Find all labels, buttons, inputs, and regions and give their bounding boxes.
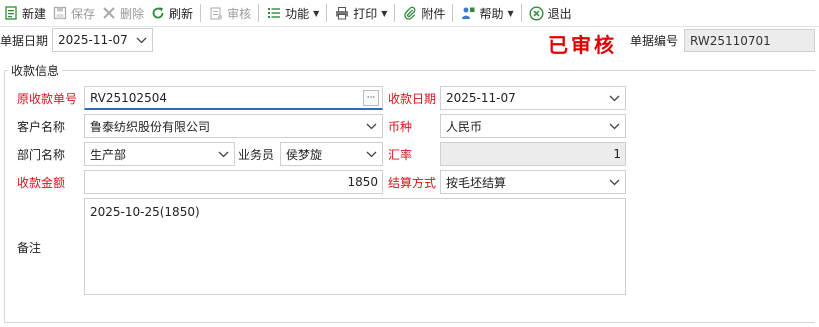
- currency-value: 人民币: [446, 119, 483, 134]
- toolbar-separator: [200, 4, 202, 22]
- exit-button-label: 退出: [547, 6, 572, 21]
- dept-label: 部门名称: [17, 148, 66, 162]
- remark-textarea[interactable]: 2025-10-25(1850): [84, 198, 626, 295]
- rate-value: 1: [613, 147, 621, 161]
- audit-button-label: 审核: [227, 6, 252, 21]
- currency-label: 币种: [388, 120, 413, 134]
- salesman-select[interactable]: 侯梦旋: [280, 142, 383, 166]
- amount-value: 1850: [347, 175, 378, 189]
- print-menu-label: 打印: [353, 6, 378, 21]
- chevron-down-icon: [606, 95, 622, 102]
- help-menu[interactable]: 帮助 ▼: [457, 2, 516, 24]
- functions-menu[interactable]: 功能 ▼: [263, 2, 322, 24]
- toolbar-separator: [326, 4, 328, 22]
- delete-button[interactable]: 删除: [98, 2, 147, 24]
- currency-select[interactable]: 人民币: [440, 114, 626, 138]
- functions-menu-label: 功能: [285, 6, 310, 21]
- doc-no-label: 单据编号: [630, 34, 679, 48]
- list-icon: [266, 5, 282, 21]
- audit-icon: [208, 5, 224, 21]
- customer-value: 鲁泰纺织股份有限公司: [90, 119, 211, 134]
- toolbar-separator: [258, 4, 260, 22]
- settle-select[interactable]: 按毛坯结算: [440, 170, 626, 194]
- receipt-date-picker[interactable]: 2025-11-07: [440, 86, 626, 110]
- attachment-button[interactable]: 附件: [399, 2, 448, 24]
- remark-value: 2025-10-25(1850): [90, 205, 200, 219]
- doc-no-field: RW25110701: [684, 29, 815, 52]
- audit-button[interactable]: 审核: [205, 2, 254, 24]
- printer-icon: [334, 5, 350, 21]
- customer-select[interactable]: 鲁泰纺织股份有限公司: [84, 114, 383, 138]
- delete-x-icon: [101, 5, 117, 21]
- help-menu-label: 帮助: [479, 6, 504, 21]
- toolbar-separator: [520, 4, 522, 22]
- doc-no-value: RW25110701: [690, 33, 771, 48]
- receipt-date-value: 2025-11-07: [446, 91, 516, 105]
- new-button[interactable]: 新建: [0, 2, 49, 24]
- delete-button-label: 删除: [120, 6, 145, 21]
- doc-date-label: 单据日期: [0, 34, 49, 48]
- amount-label: 收款金额: [17, 176, 66, 190]
- remark-label: 备注: [17, 241, 42, 255]
- exit-button[interactable]: 退出: [526, 2, 575, 24]
- audited-stamp: 已审核: [548, 33, 617, 57]
- receipt-info-title: 收款信息: [8, 62, 63, 79]
- toolbar: 新建 保存 删除 刷新 审核 功能 ▼ 打印 ▼ 附件 帮助 ▼ 退出: [0, 0, 819, 27]
- save-button-label: 保存: [71, 6, 96, 21]
- doc-date-value: 2025-11-07: [58, 33, 128, 47]
- print-menu[interactable]: 打印 ▼: [331, 2, 390, 24]
- rate-label: 汇率: [388, 148, 413, 162]
- chevron-down-icon: [606, 123, 622, 130]
- refresh-icon: [150, 5, 166, 21]
- settle-value: 按毛坯结算: [446, 175, 507, 190]
- caret-down-icon: ▼: [381, 8, 388, 18]
- toolbar-separator: [394, 4, 396, 22]
- chevron-down-icon: [133, 37, 149, 44]
- chevron-down-icon: [363, 123, 379, 130]
- close-circle-icon: [529, 5, 545, 21]
- chevron-down-icon: [363, 151, 379, 158]
- dept-value: 生产部: [90, 147, 127, 162]
- caret-down-icon: ▼: [313, 8, 320, 18]
- refresh-button[interactable]: 刷新: [147, 2, 196, 24]
- paperclip-icon: [402, 5, 418, 21]
- chevron-down-icon: [606, 179, 622, 186]
- orig-no-label: 原收款单号: [17, 92, 78, 106]
- customer-label: 客户名称: [17, 120, 66, 134]
- orig-no-value: RV25102504: [90, 90, 167, 105]
- settle-label: 结算方式: [388, 176, 437, 190]
- toolbar-separator: [452, 4, 454, 22]
- attachment-button-label: 附件: [421, 6, 446, 21]
- new-document-icon: [3, 5, 19, 21]
- salesman-value: 侯梦旋: [286, 147, 323, 162]
- receipt-date-label: 收款日期: [388, 92, 437, 106]
- refresh-button-label: 刷新: [169, 6, 194, 21]
- doc-date-picker[interactable]: 2025-11-07: [52, 28, 153, 52]
- caret-down-icon: ▼: [507, 8, 514, 18]
- amount-input[interactable]: 1850: [84, 170, 383, 194]
- new-button-label: 新建: [22, 6, 47, 21]
- salesman-label: 业务员: [238, 148, 275, 162]
- orig-no-input[interactable]: RV25102504 ···: [84, 86, 383, 110]
- rate-field: 1: [440, 142, 626, 166]
- chevron-down-icon: [215, 151, 231, 158]
- lookup-ellipsis-button[interactable]: ···: [363, 89, 379, 106]
- help-person-icon: [460, 5, 476, 21]
- save-icon: [52, 5, 68, 21]
- save-button[interactable]: 保存: [49, 2, 98, 24]
- dept-select[interactable]: 生产部: [84, 142, 235, 166]
